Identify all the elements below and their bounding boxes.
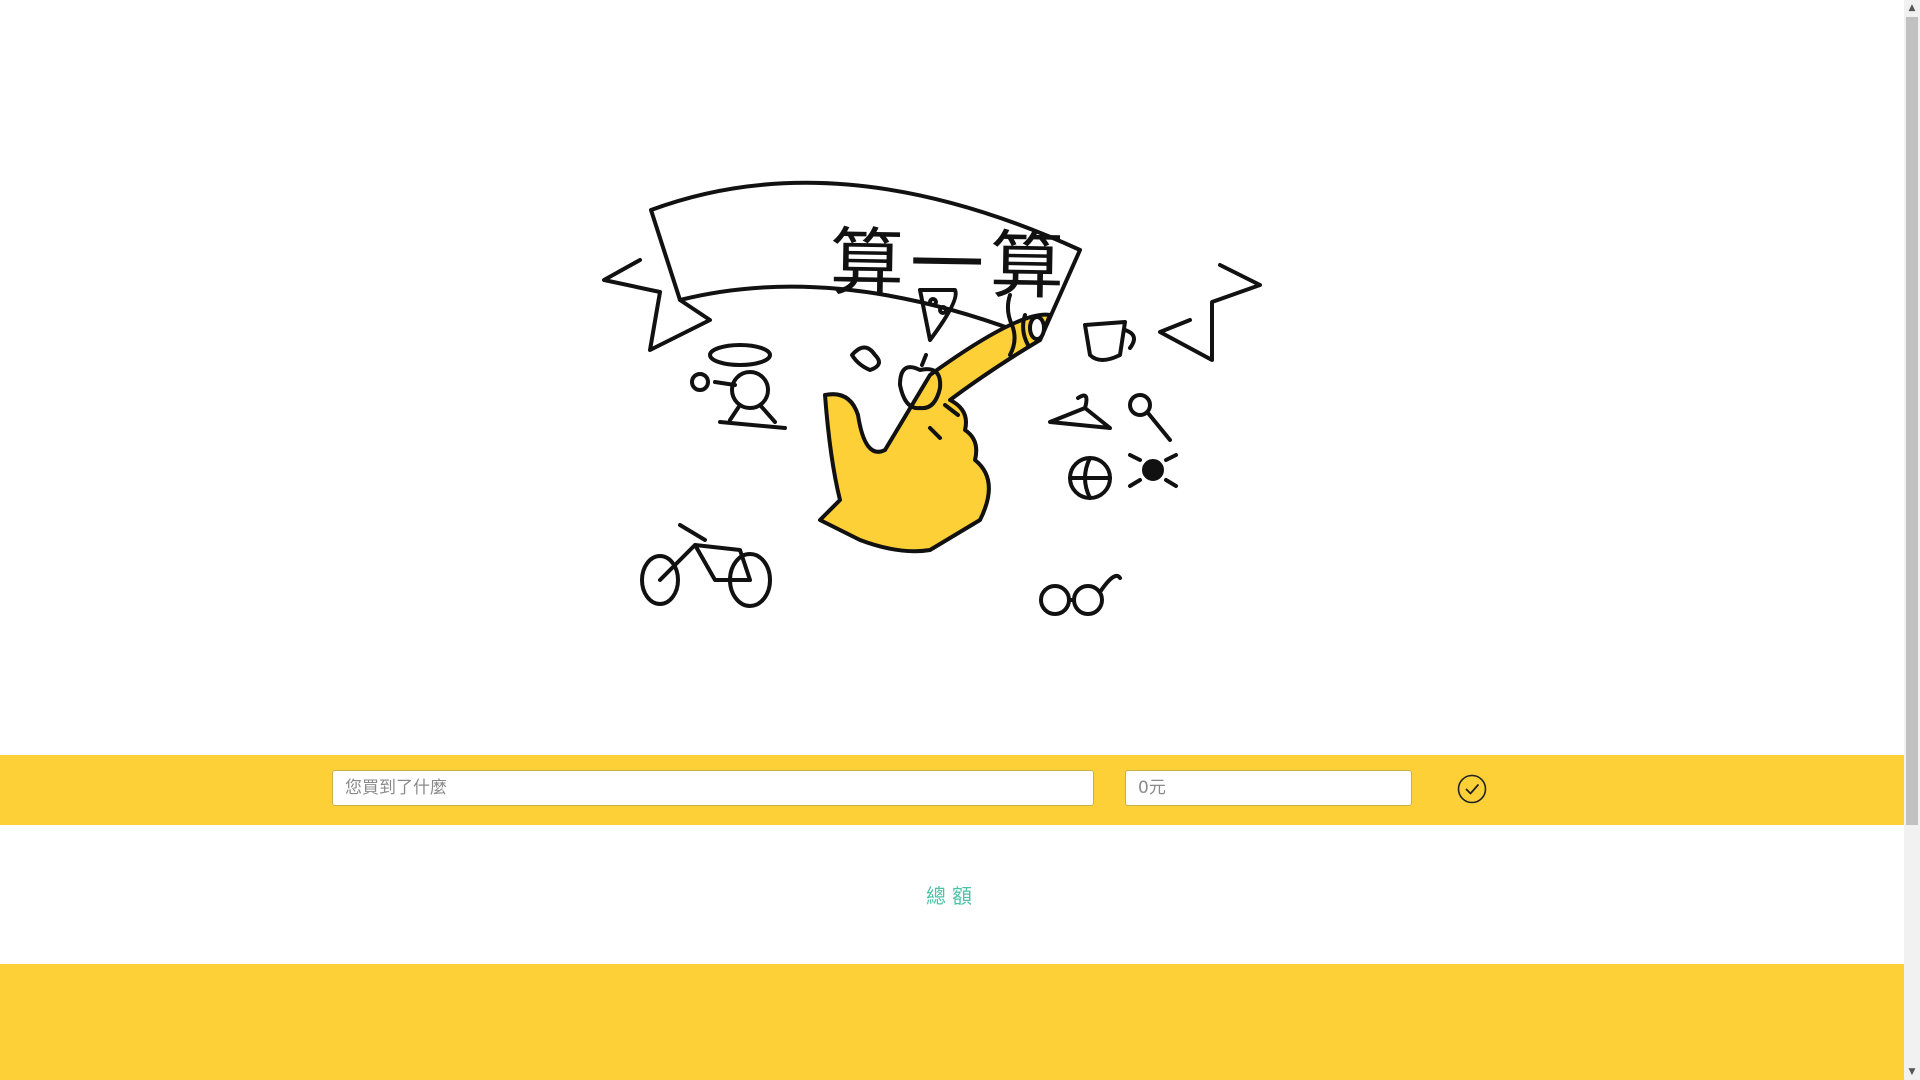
mug-icon bbox=[1083, 320, 1136, 362]
hanger-icon bbox=[1048, 393, 1112, 430]
pushpin-icon bbox=[1128, 393, 1172, 442]
scroll-down-arrow-icon[interactable]: ▼ bbox=[1904, 1064, 1920, 1080]
shuttlecock-icon bbox=[850, 345, 881, 372]
item-input[interactable] bbox=[332, 770, 1094, 806]
hero-illustration: 算一算 bbox=[600, 160, 1300, 680]
entry-bar bbox=[0, 755, 1904, 825]
check-circle-icon bbox=[1457, 774, 1487, 804]
amount-input[interactable] bbox=[1125, 770, 1412, 806]
basketball-icon bbox=[1068, 456, 1112, 500]
confirm-button[interactable] bbox=[1456, 773, 1488, 805]
hero-title: 算一算 bbox=[829, 219, 1071, 311]
vertical-scrollbar[interactable]: ▲ ▼ bbox=[1904, 0, 1920, 1080]
scroll-up-arrow-icon[interactable]: ▲ bbox=[1904, 0, 1920, 16]
scrollbar-thumb[interactable] bbox=[1906, 17, 1918, 825]
spider-icon bbox=[1128, 453, 1178, 488]
total-label: 總額 bbox=[926, 884, 978, 908]
page: 算一算 總額 bbox=[0, 0, 1904, 1080]
glasses-icon bbox=[1039, 573, 1122, 616]
bicycle-icon bbox=[640, 523, 772, 608]
helicopter-icon bbox=[690, 343, 787, 430]
bottom-band bbox=[0, 964, 1904, 1080]
